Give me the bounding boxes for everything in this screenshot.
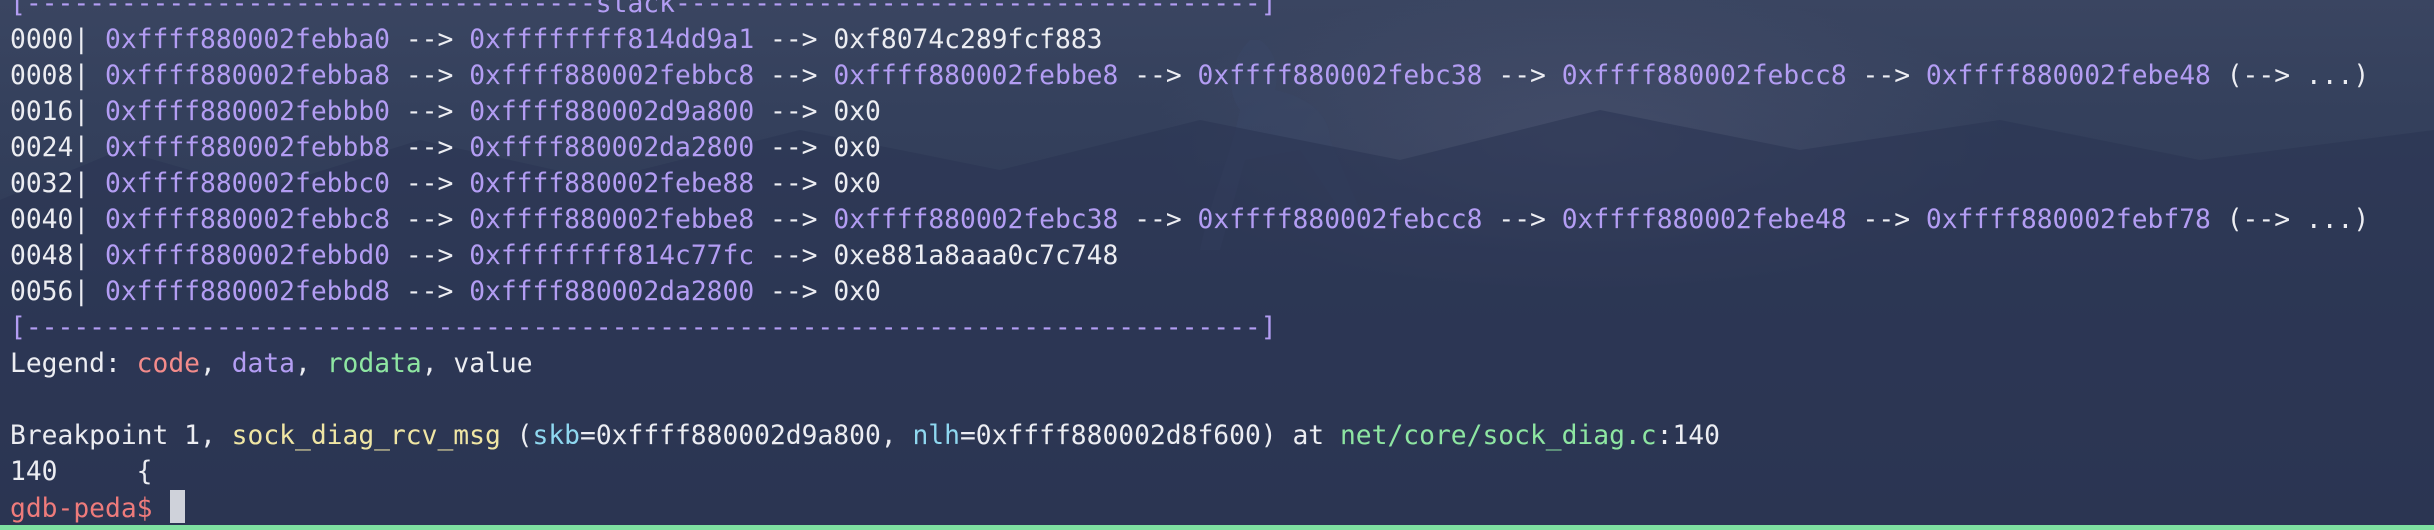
function-name: sock_diag_rcv_msg	[231, 421, 501, 451]
legend-code: code	[136, 349, 201, 379]
param-skb: skb	[532, 421, 580, 451]
stack-row: 0032| 0xffff880002febbc0 --> 0xffff88000…	[10, 169, 881, 199]
legend-value: value	[453, 349, 533, 379]
text-cursor[interactable]	[170, 490, 186, 523]
legend-line: Legend: code, data, rodata, value	[10, 349, 533, 379]
stack-row: 0008| 0xffff880002febba8 --> 0xffff88000…	[10, 61, 2370, 91]
stack-row: 0040| 0xffff880002febbc8 --> 0xffff88000…	[10, 205, 2370, 235]
source-line: 140 {	[10, 457, 153, 487]
breakpoint-line: Breakpoint 1, sock_diag_rcv_msg (skb=0xf…	[10, 421, 1720, 451]
prompt-label: gdb-peda$	[10, 494, 169, 524]
terminal-output[interactable]: [------------------------------------sta…	[10, 0, 2369, 526]
stack-row: 0056| 0xffff880002febbd8 --> 0xffff88000…	[10, 277, 881, 307]
stack-row: 0016| 0xffff880002febbb0 --> 0xffff88000…	[10, 97, 881, 127]
stack-footer: [---------------------------------------…	[10, 313, 1277, 343]
stack-row: 0024| 0xffff880002febbb8 --> 0xffff88000…	[10, 133, 881, 163]
stack-row: 0048| 0xffff880002febbd0 --> 0xffffffff8…	[10, 241, 1119, 271]
status-bar	[0, 525, 2434, 530]
param-nlh: nlh	[912, 421, 960, 451]
stack-header: [------------------------------------sta…	[10, 0, 1277, 19]
command-prompt[interactable]: gdb-peda$	[10, 490, 2369, 526]
legend-data: data	[231, 349, 296, 379]
source-file: net/core/sock_diag.c	[1339, 421, 1657, 451]
legend-rodata: rodata	[326, 349, 422, 379]
stack-row: 0000| 0xffff880002febba0 --> 0xffffffff8…	[10, 25, 1103, 55]
